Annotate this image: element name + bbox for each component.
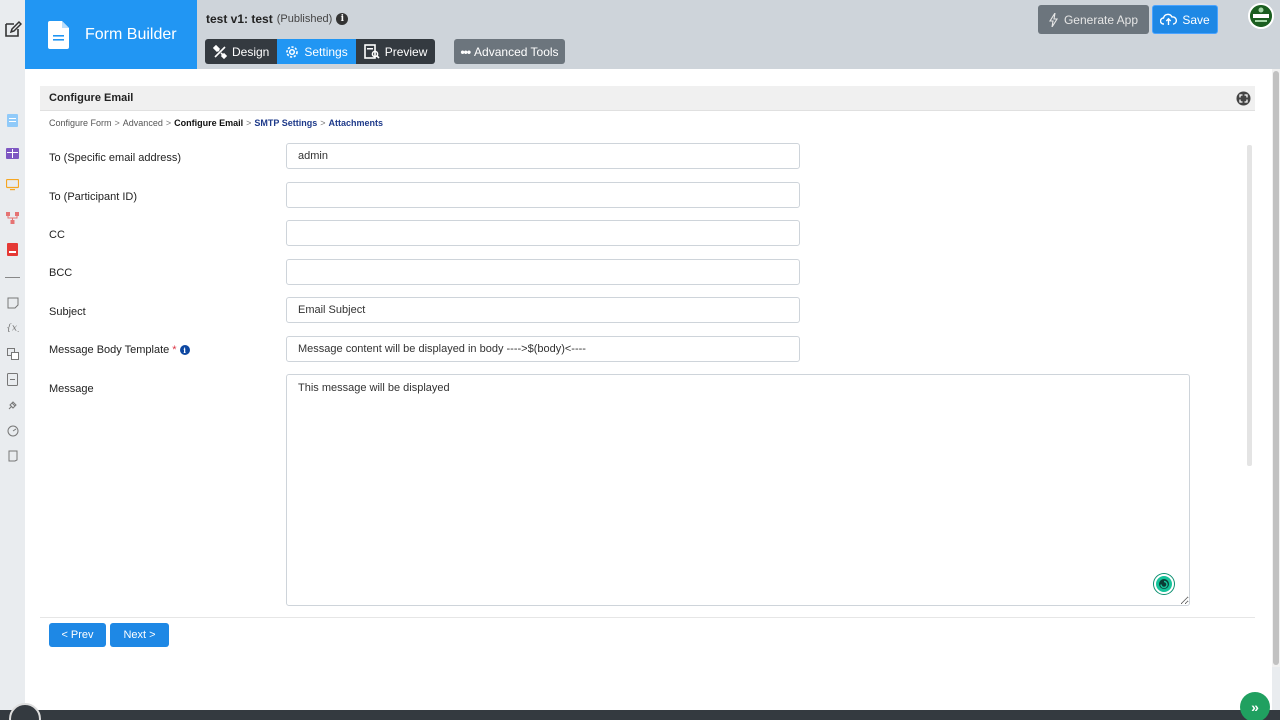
tab-preview-label: Preview — [384, 44, 428, 59]
subject-label: Subject — [49, 306, 86, 318]
panel-title: Configure Email — [49, 92, 134, 104]
document-icon[interactable] — [6, 373, 19, 386]
prev-button[interactable]: < Prev — [49, 623, 106, 647]
pdf-icon[interactable] — [6, 243, 19, 256]
left-rail: {x} — [0, 0, 25, 720]
cloud-upload-icon — [1160, 13, 1178, 25]
app-name: test v1: test — [206, 12, 273, 26]
avatar[interactable] — [1248, 3, 1274, 29]
expand-icon[interactable] — [1236, 91, 1251, 106]
form-divider — [40, 617, 1255, 618]
tab-group: Design Settings Preview — [205, 39, 436, 64]
advanced-tools-label: Advanced Tools — [474, 44, 559, 59]
generate-app-label: Generate App — [1063, 12, 1139, 27]
breadcrumb-configure-email: Configure Email — [174, 118, 244, 128]
page-scrollbar-thumb[interactable] — [1273, 71, 1279, 665]
variable-icon[interactable]: {x} — [6, 320, 19, 333]
tab-design[interactable]: Design — [205, 39, 277, 64]
body-template-label-text: Message Body Template — [49, 344, 170, 356]
to-participant-label: To (Participant ID) — [49, 191, 138, 203]
brand: Form Builder — [25, 0, 197, 69]
form-icon[interactable] — [6, 114, 19, 127]
cc-label: CC — [49, 229, 65, 241]
edit-icon[interactable] — [3, 20, 22, 39]
message-textarea[interactable]: This message will be displayed — [286, 374, 1190, 606]
bcc-label: BCC — [49, 267, 73, 279]
gauge-icon[interactable] — [6, 424, 19, 437]
required-mark: * — [172, 344, 177, 356]
bolt-icon — [1048, 12, 1058, 27]
app-status: (Published) — [276, 13, 333, 25]
tab-design-label: Design — [232, 44, 270, 59]
chevron-double-right-icon[interactable]: » — [1240, 692, 1270, 720]
form-scrollbar[interactable] — [1247, 145, 1252, 466]
save-label: Save — [1182, 12, 1210, 27]
breadcrumb-advanced[interactable]: Advanced — [123, 118, 163, 128]
body-template-input[interactable] — [286, 336, 800, 362]
tab-settings-label: Settings — [304, 44, 348, 59]
tab-preview[interactable]: Preview — [356, 39, 436, 64]
breadcrumb: Configure Form > Advanced > Configure Email >… — [49, 118, 383, 128]
body-template-label: Message Body Template * i — [49, 344, 190, 356]
tab-settings[interactable]: Settings — [277, 39, 356, 64]
save-button[interactable]: Save — [1152, 5, 1218, 34]
breadcrumb-separator: > — [320, 118, 326, 128]
breadcrumb-separator: > — [114, 118, 120, 128]
note-icon[interactable] — [6, 296, 19, 309]
breadcrumb-attachments[interactable]: Attachments — [328, 118, 383, 128]
tools-icon — [213, 44, 227, 59]
brand-title: Form Builder — [85, 25, 177, 43]
document-icon — [48, 20, 69, 49]
bottom-bar — [0, 710, 1280, 720]
breadcrumb-smtp-settings[interactable]: SMTP Settings — [254, 118, 317, 128]
to-email-label: To (Specific email address) — [49, 152, 182, 164]
rail-divider — [5, 277, 20, 278]
preview-icon — [363, 44, 380, 59]
info-icon[interactable]: i — [179, 345, 190, 355]
generate-app-button[interactable]: Generate App — [1038, 5, 1149, 34]
svg-text:{x}: {x} — [6, 322, 19, 332]
translate-icon[interactable] — [6, 347, 19, 360]
breadcrumb-separator: > — [165, 118, 172, 128]
ellipsis-icon: ••• — [460, 44, 471, 59]
bcc-input[interactable] — [286, 259, 800, 285]
next-button[interactable]: Next > — [110, 623, 169, 647]
grammarly-icon[interactable] — [1154, 574, 1174, 594]
breadcrumb-separator: > — [246, 118, 252, 128]
monitor-icon[interactable] — [6, 178, 19, 191]
advanced-tools-button[interactable]: ••• Advanced Tools — [454, 39, 565, 64]
main-panel: Configure Email Configure Form > Advanced >… — [25, 69, 1272, 710]
gear-icon — [286, 45, 299, 58]
script-icon[interactable] — [6, 449, 19, 462]
panel-header: Configure Email — [40, 86, 1255, 111]
hierarchy-icon[interactable] — [6, 211, 19, 224]
message-label: Message — [49, 383, 94, 395]
to-email-input[interactable] — [286, 143, 800, 169]
app-title: test v1: test (Published) i — [206, 12, 349, 26]
table-icon[interactable] — [6, 147, 19, 160]
page-scrollbar[interactable] — [1272, 69, 1280, 667]
cc-input[interactable] — [286, 220, 800, 246]
breadcrumb-configure-form[interactable]: Configure Form — [49, 118, 112, 128]
subject-input[interactable] — [286, 297, 800, 323]
plug-icon[interactable] — [6, 398, 19, 411]
to-participant-input[interactable] — [286, 182, 800, 208]
info-icon[interactable]: i — [336, 13, 349, 25]
